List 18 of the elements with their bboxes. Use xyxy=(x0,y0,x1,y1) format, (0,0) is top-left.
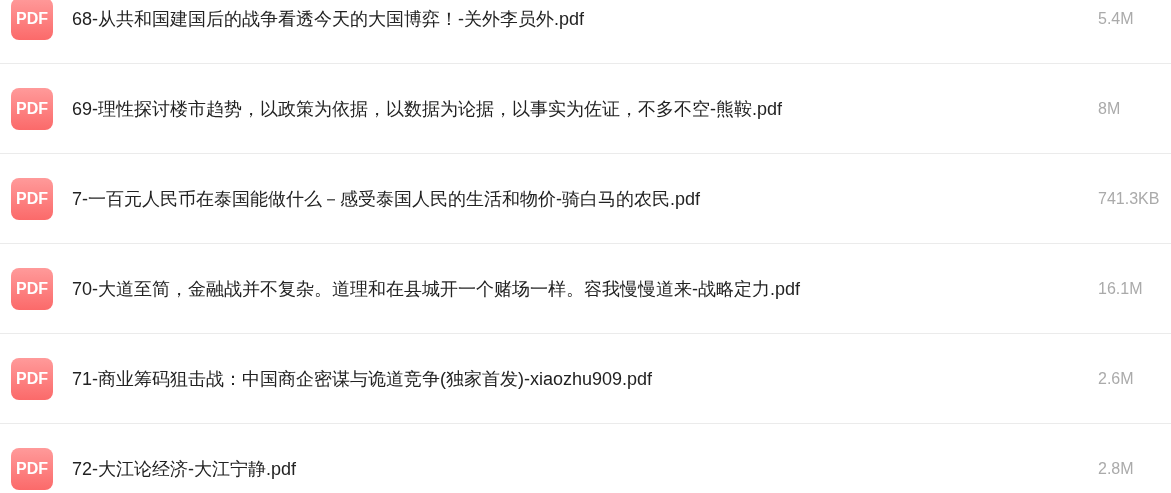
file-size: 2.8M xyxy=(1098,459,1135,478)
pdf-file-icon: PDF xyxy=(11,0,53,40)
file-name[interactable]: 7-一百元人民币在泰国能做什么－感受泰国人民的生活和物价-骑白马的农民.pdf xyxy=(72,186,1098,211)
file-size: 741.3KB xyxy=(1098,189,1161,208)
file-name[interactable]: 69-理性探讨楼市趋势，以政策为依据，以数据为论据，以事实为佐证，不多不空-熊鞍.pdf xyxy=(72,96,1098,121)
file-size: 5.4M xyxy=(1098,9,1135,28)
pdf-file-icon: PDF xyxy=(11,447,53,490)
file-name[interactable]: 71-商业筹码狙击战：中国商企密谋与诡道竞争(独家首发)-xiaozhu909.pdf xyxy=(72,366,1098,391)
pdf-file-icon: PDF xyxy=(11,357,53,400)
pdf-file-icon: PDF xyxy=(11,87,53,130)
pdf-file-icon: PDF xyxy=(11,177,53,220)
file-name[interactable]: 68-从共和国建国后的战争看透今天的大国博弈！-关外李员外.pdf xyxy=(72,6,1098,31)
file-name[interactable]: 70-大道至简，金融战并不复杂。道理和在县城开一个赌场一样。容我慢慢道来-战略定力.pdf xyxy=(72,276,1098,301)
file-size: 16.1M xyxy=(1098,279,1144,298)
pdf-file-icon: PDF xyxy=(11,267,53,310)
file-size: 8M xyxy=(1098,99,1122,118)
file-name[interactable]: 72-大江论经济-大江宁静.pdf xyxy=(72,456,1098,481)
file-size: 2.6M xyxy=(1098,369,1135,388)
